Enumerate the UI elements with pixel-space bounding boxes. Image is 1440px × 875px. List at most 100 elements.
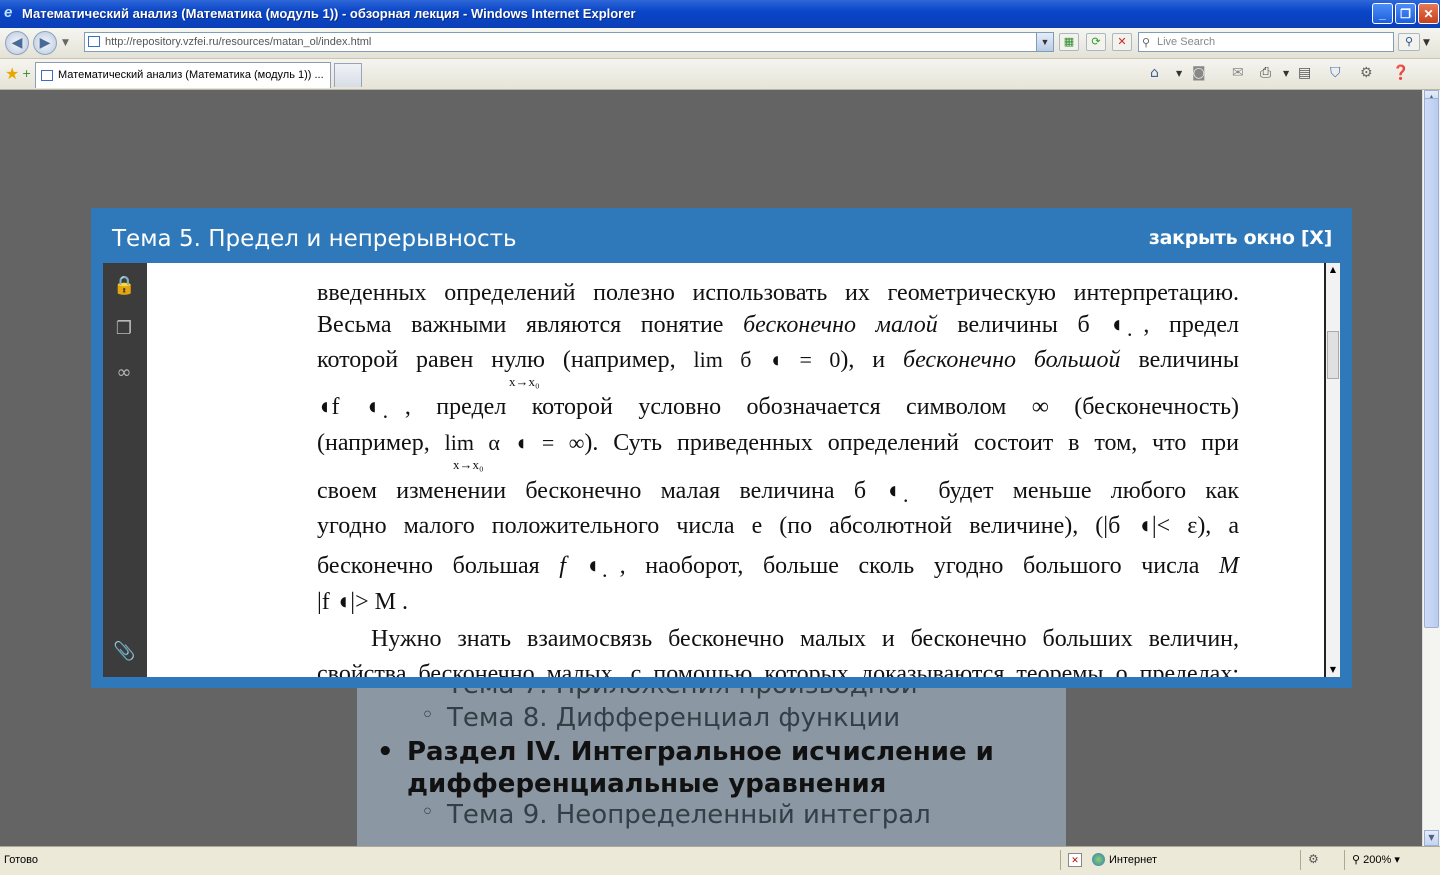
address-dropdown-icon[interactable]: ▼ xyxy=(1036,33,1053,51)
pdf-sidebar: 🔒 ❐ ∞ 📎 xyxy=(103,263,148,677)
security-zone[interactable]: Интернет xyxy=(1092,853,1157,866)
pdf-line-7: угодно малого положительного числа е (по… xyxy=(317,513,1239,540)
address-toolbar: ◀ ▶ ▼ http://repository.vzfei.ru/resourc… xyxy=(0,28,1440,59)
window-title: Математический анализ (Математика (модул… xyxy=(22,6,636,21)
limit-formula-2: lim α ◖ = ∞ xyxy=(444,430,585,455)
pdf-line-6: своем изменении бесконечно малая величин… xyxy=(317,478,1239,504)
tools-gear-icon[interactable]: ⚙ xyxy=(1360,65,1373,81)
search-input[interactable]: ⚲ Live Search xyxy=(1138,32,1394,52)
limit-subscript-1: x→x₀ xyxy=(509,374,540,389)
address-bar[interactable]: http://repository.vzfei.ru/resources/mat… xyxy=(84,32,1054,52)
nav-section-4[interactable]: Раздел IV. Интегральное исчисление и диф… xyxy=(377,736,1027,800)
pdf-scrollbar[interactable]: ▲ ▼ xyxy=(1324,263,1340,677)
compatibility-icon[interactable]: ▦ xyxy=(1059,33,1079,51)
maximize-button[interactable]: ❐ xyxy=(1395,3,1416,24)
pdf-scroll-up-icon[interactable]: ▲ xyxy=(1326,263,1340,277)
status-divider xyxy=(1344,850,1345,870)
safety-icon[interactable]: ⛉ xyxy=(1330,65,1341,81)
status-bar: Готово ✕ Интернет ⚙ ⚲ 200% ▾ xyxy=(0,846,1440,875)
tab-current[interactable]: Математический анализ (Математика (модул… xyxy=(35,62,331,88)
pdf-line-8: бесконечно большая f ◖ ̣, наоборот, боль… xyxy=(317,553,1239,580)
pdf-line-3-end: величины xyxy=(1138,347,1240,373)
window-title-bar: e Математический анализ (Математика (мод… xyxy=(0,0,1440,28)
ie-logo-icon: e xyxy=(4,4,13,21)
help-icon[interactable]: ❓ xyxy=(1392,65,1409,81)
pdf-line-2-text: Весьма важными являются понятие xyxy=(317,312,724,338)
pdf-line-7-end: (по абсолютной величине), (|б ◖|< ε), а xyxy=(779,513,1240,539)
print-dropdown-icon[interactable]: ▼ xyxy=(1283,69,1289,78)
protected-mode-icon[interactable]: ⚙ xyxy=(1308,852,1319,866)
pdf-line-8-formula: f ◖ ̣, xyxy=(559,553,626,579)
search-button[interactable]: ⚲ xyxy=(1398,33,1420,51)
page-menu-icon[interactable]: ▤ xyxy=(1298,65,1311,81)
home-icon[interactable]: ⌂ xyxy=(1150,65,1159,81)
close-button[interactable]: ✕ xyxy=(1418,3,1439,24)
pages-icon[interactable]: ❐ xyxy=(113,318,135,340)
search-placeholder: Live Search xyxy=(1157,36,1216,48)
mail-icon[interactable]: ✉ xyxy=(1232,65,1244,81)
pdf-line-5-text: (например, xyxy=(317,430,430,456)
pdf-page: x→x₀ x→x₀ введенных определений полезно … xyxy=(147,263,1324,677)
blocked-content-icon[interactable]: ✕ xyxy=(1068,853,1082,867)
forward-button[interactable]: ▶ xyxy=(33,31,57,55)
binoculars-icon[interactable]: ∞ xyxy=(113,362,135,384)
home-dropdown-icon[interactable]: ▼ xyxy=(1176,69,1182,78)
pdf-line-3: которой равен нулю (например, lim б ◖ = … xyxy=(317,347,1239,374)
status-text: Готово xyxy=(4,854,38,866)
pdf-scroll-down-icon[interactable]: ▼ xyxy=(1326,663,1340,677)
pdf-line-2-end: величины б ◖ ̣, предел xyxy=(957,312,1240,338)
epsilon-symbol: е xyxy=(751,513,763,539)
nav-item-topic-9[interactable]: Тема 9. Неопределенный интеграл xyxy=(421,800,931,830)
attachment-icon[interactable]: 📎 xyxy=(113,641,135,663)
pdf-viewer: 🔒 ❐ ∞ 📎 x→x₀ x→x₀ введенных определений … xyxy=(103,263,1340,677)
zoom-level[interactable]: ⚲ 200% ▾ xyxy=(1352,853,1400,866)
pdf-line-3-text: которой равен нулю (например, xyxy=(317,347,676,373)
tab-label: Математический анализ (Математика (модул… xyxy=(58,69,324,81)
status-divider xyxy=(1060,850,1061,870)
address-url: http://repository.vzfei.ru/resources/mat… xyxy=(105,36,372,48)
page-scrollbar[interactable]: ▲ ▼ xyxy=(1422,90,1440,846)
internet-globe-icon xyxy=(1092,853,1105,866)
pdf-line-8-end: M xyxy=(1219,553,1239,579)
new-tab-button[interactable] xyxy=(334,63,362,87)
pdf-line-9: |f ◖|> M . xyxy=(317,589,408,615)
zoom-value: 200% xyxy=(1363,854,1392,866)
pdf-line-10: Нужно знать взаимосвязь бесконечно малых… xyxy=(371,626,1239,652)
background-navigation-list: Тема 7. Приложения производной Тема 8. Д… xyxy=(357,670,1066,846)
forward-arrow-icon: ▶ xyxy=(39,35,51,51)
print-icon[interactable]: ⎙ xyxy=(1260,65,1271,81)
limit-subscript-2: x→x₀ xyxy=(453,457,484,472)
feeds-icon[interactable]: ◙ xyxy=(1192,65,1206,81)
pdf-line-2: Весьма важными являются понятие бесконеч… xyxy=(317,312,1239,339)
tab-bar: ★ + Математический анализ (Математика (м… xyxy=(0,59,1440,90)
pdf-line-3-italic: бесконечно большой xyxy=(903,347,1121,373)
search-options-icon[interactable]: ▼ xyxy=(1423,38,1430,48)
pdf-line-3-mid: ), и xyxy=(840,347,886,373)
close-window-link[interactable]: закрыть окно [X] xyxy=(1149,227,1332,249)
pdf-line-8-text: бесконечно большая xyxy=(317,553,540,579)
lightbox-dialog: Тема 5. Предел и непрерывность закрыть о… xyxy=(91,208,1352,688)
limit-formula-1: lim б ◖ = 0 xyxy=(693,347,841,372)
pdf-line-7-text: угодно малого положительного числа xyxy=(317,513,735,539)
pdf-line-5-end: ). Суть приведенных определений состоит … xyxy=(584,430,1239,456)
add-favorites-icon[interactable]: + xyxy=(22,67,31,80)
minimize-button[interactable]: _ xyxy=(1372,3,1393,24)
back-arrow-icon: ◀ xyxy=(11,35,23,51)
stop-button[interactable]: ✕ xyxy=(1112,33,1132,51)
refresh-button[interactable]: ⟳ xyxy=(1086,33,1106,51)
page-favicon-icon xyxy=(88,36,100,47)
pdf-line-11: свойства бесконечно малых, с помощью кот… xyxy=(317,661,1239,677)
nav-item-topic-8[interactable]: Тема 8. Дифференциал функции xyxy=(421,703,900,733)
scroll-down-icon[interactable]: ▼ xyxy=(1424,830,1439,846)
pdf-line-5: (например, lim α ◖ = ∞). Суть приведенны… xyxy=(317,430,1239,457)
zone-label: Интернет xyxy=(1109,854,1157,866)
history-dropdown-icon[interactable]: ▼ xyxy=(62,38,69,48)
pdf-scroll-thumb[interactable] xyxy=(1327,331,1339,379)
pdf-line-4: ◖f ◖ ̣, предел которой условно обозначае… xyxy=(317,394,1239,420)
back-button[interactable]: ◀ xyxy=(5,31,29,55)
favorites-star-icon[interactable]: ★ xyxy=(5,64,19,83)
pdf-line-2-italic: бесконечно малой xyxy=(743,312,938,338)
scroll-thumb[interactable] xyxy=(1424,98,1439,628)
lock-icon[interactable]: 🔒 xyxy=(113,275,135,297)
pdf-line-1: введенных определений полезно использова… xyxy=(317,280,1239,306)
